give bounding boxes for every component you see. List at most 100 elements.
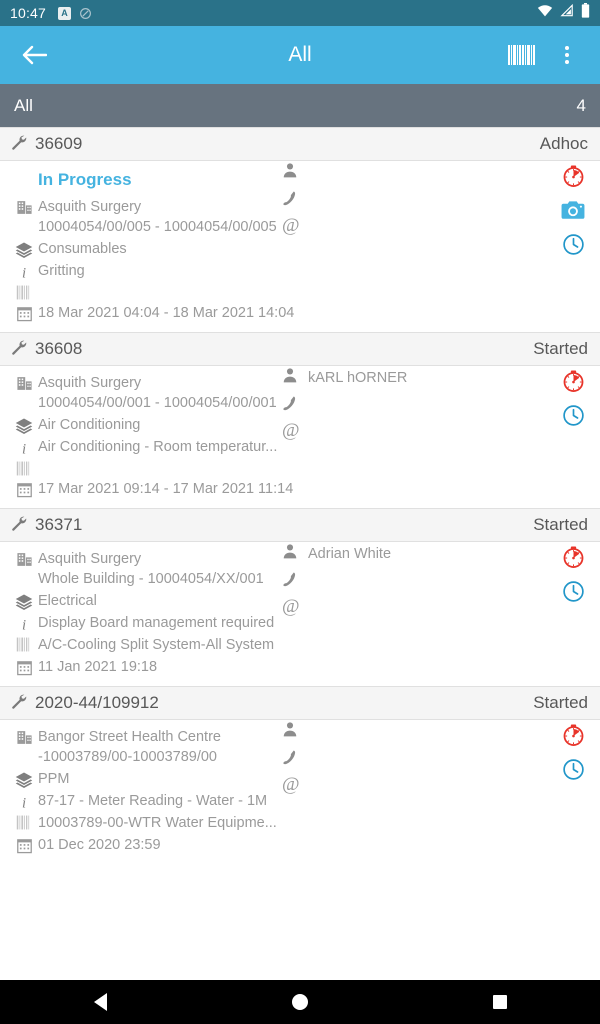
contact-person-row[interactable] [282,161,522,189]
status-bar-system-icons [537,3,590,23]
barcode-icon [507,45,535,65]
app-badge-icon: A [58,6,72,20]
status-bar-notification-icons: A [58,6,92,20]
barcode-scan-button[interactable] [500,33,542,77]
work-order-schedule-text: 11 Jan 2021 19:18 [38,659,158,675]
nav-recents-button[interactable] [470,980,530,1024]
contact-column: @ [282,720,522,804]
cellular-signal-icon [560,3,574,22]
nav-back-button[interactable] [70,980,130,1024]
filter-bar[interactable]: All 4 [0,84,600,127]
work-order-site-text: Asquith Surgery 10004054/00/005 - 100040… [38,199,277,235]
nav-home-button[interactable] [270,980,330,1024]
contact-email-row[interactable]: @ [282,775,522,804]
wrench-icon [10,692,27,714]
work-order-status: Adhoc [539,134,588,153]
contact-phone-row[interactable] [282,394,522,422]
svg-text:i: i [22,441,26,457]
layers-icon [10,769,38,789]
person-icon [282,720,298,743]
phone-icon [282,570,298,593]
work-order-category-text: PPM [38,771,70,787]
work-order-number: 36371 [35,515,83,534]
stopwatch-button[interactable] [560,544,586,570]
clock-button[interactable] [560,231,586,257]
wrench-icon [10,514,27,536]
work-order-asset [0,458,600,478]
building-icon [10,549,38,568]
barcode-icon [10,635,38,652]
at-sign-icon: @ [282,420,300,441]
building-icon [10,373,38,392]
work-order-schedule: 01 Dec 2020 23:59 [0,834,600,856]
work-order-asset: A/C-Cooling Split System-All System [0,634,600,656]
wrench-icon [10,338,27,360]
work-order-card[interactable]: Asquith Surgery Whole Building - 1000405… [0,542,600,686]
calendar-icon [10,479,38,498]
stopwatch-button[interactable] [560,163,586,189]
work-order-description-text: Air Conditioning - Room temperatur... [38,439,278,455]
system-navigation-bar [0,980,600,1024]
contact-email-row[interactable]: @ [282,597,522,626]
clock-button[interactable] [560,756,586,782]
contact-email-row[interactable]: @ [282,216,522,245]
nav-home-icon [292,994,308,1010]
person-icon [282,542,298,565]
contact-person-row[interactable]: kARL hORNER [282,366,522,394]
barcode-icon [10,813,38,830]
work-order-schedule: 11 Jan 2021 19:18 [0,656,600,678]
work-order-number: 36609 [35,134,83,153]
info-icon: i [10,261,38,281]
contact-phone-row[interactable] [282,189,522,217]
work-order-description: i Gritting [0,260,600,282]
filter-bar-count: 4 [576,95,586,115]
work-order-card-header[interactable]: 36609 Adhoc [0,127,600,161]
nav-back-icon [93,993,107,1011]
app-toolbar: All [0,26,600,84]
back-button[interactable] [12,33,56,77]
work-order-card-header[interactable]: 36608 Started [0,332,600,366]
contact-person-row[interactable]: Adrian White [282,542,522,570]
barcode-icon [10,459,38,476]
card-actions [556,544,590,604]
clock-button[interactable] [560,402,586,428]
building-icon [10,727,38,746]
work-order-number: 2020-44/109912 [35,693,159,712]
work-order-card-header[interactable]: 2020-44/109912 Started [0,686,600,720]
contact-email-row[interactable]: @ [282,420,522,450]
contact-phone-row[interactable] [282,570,522,598]
svg-text:i: i [22,617,26,633]
work-order-category-text: Consumables [38,241,127,257]
stopwatch-button[interactable] [560,722,586,748]
work-order-schedule-text: 17 Mar 2021 09:14 - 17 Mar 2021 11:14 [38,481,294,497]
work-order-schedule: 17 Mar 2021 09:14 - 17 Mar 2021 11:14 [0,478,600,500]
work-order-status: Started [533,339,588,358]
status-bar-clock: 10:47 [10,5,47,21]
work-order-card[interactable]: Bangor Street Health Centre -10003789/00… [0,720,600,864]
contact-person-row[interactable] [282,720,522,748]
work-order-list[interactable]: 36609 Adhoc In Progress Asquith Surgery 1… [0,127,600,980]
person-icon [282,161,298,184]
work-order-site-text: Asquith Surgery 10004054/00/001 - 100040… [38,375,277,411]
stopwatch-button[interactable] [560,368,586,394]
work-order-asset: 10003789-00-WTR Water Equipme... [0,812,600,834]
work-order-schedule-text: 18 Mar 2021 04:04 - 18 Mar 2021 14:04 [38,305,295,321]
work-order-description-text: Gritting [38,263,85,279]
overflow-menu-button[interactable] [546,33,588,77]
clock-button[interactable] [560,578,586,604]
work-order-status: Started [533,693,588,712]
work-order-card[interactable]: Asquith Surgery 10004054/00/001 - 100040… [0,366,600,508]
contact-phone-row[interactable] [282,748,522,776]
work-order-description-text: Display Board management required [38,615,275,631]
contact-person-name: kARL hORNER [308,370,408,386]
work-order-card-header[interactable]: 36371 Started [0,508,600,542]
layers-icon [10,239,38,259]
barcode-icon [10,283,38,300]
work-order-schedule-text: 01 Dec 2020 23:59 [38,837,161,853]
work-order-number: 36608 [35,339,83,358]
work-order-site-text: Asquith Surgery Whole Building - 1000405… [38,551,264,587]
work-order-card[interactable]: In Progress Asquith Surgery 10004054/00/… [0,161,600,332]
camera-button[interactable] [560,197,586,223]
do-not-disturb-icon [79,7,92,20]
phone-icon [282,748,298,771]
